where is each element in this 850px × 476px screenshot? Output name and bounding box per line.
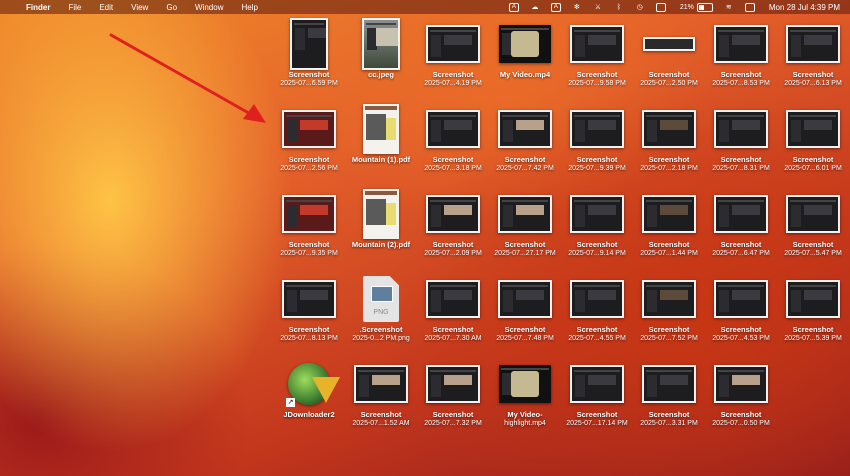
annotation-arrow bbox=[109, 33, 266, 123]
